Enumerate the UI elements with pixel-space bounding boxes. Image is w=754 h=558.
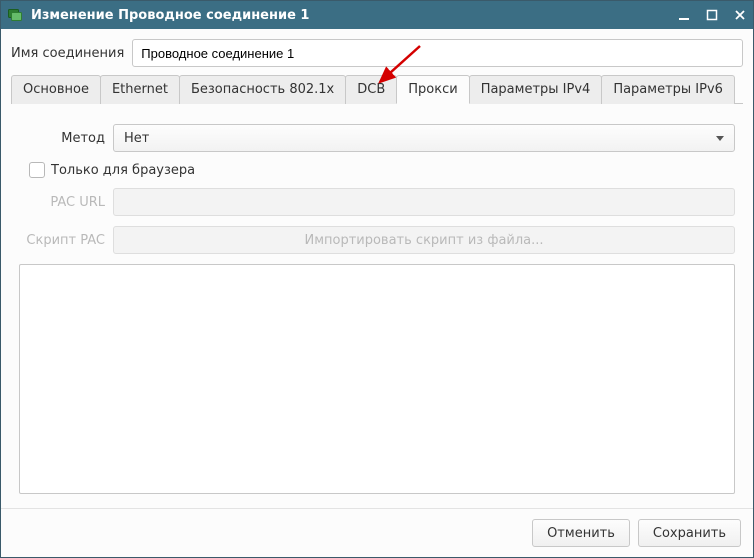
window-content: Имя соединения Основное Ethernet Безопас… bbox=[1, 29, 753, 508]
close-button[interactable] bbox=[733, 8, 747, 22]
window-frame: Изменение Проводное соединение 1 Имя сое… bbox=[0, 0, 754, 558]
method-value: Нет bbox=[124, 131, 149, 146]
tab-label: DCB bbox=[357, 82, 385, 97]
tab-dcb[interactable]: DCB bbox=[345, 75, 397, 104]
tab-ipv4[interactable]: Параметры IPv4 bbox=[469, 75, 603, 104]
tab-802-1x-security[interactable]: Безопасность 802.1x bbox=[179, 75, 346, 104]
save-button[interactable]: Сохранить bbox=[638, 519, 741, 547]
tab-label: Параметры IPv6 bbox=[613, 82, 723, 97]
connection-name-input[interactable] bbox=[132, 39, 743, 67]
tabpanel-proxy: Метод Нет Только для браузера PAC URL Ск… bbox=[11, 112, 743, 502]
tab-general[interactable]: Основное bbox=[11, 75, 101, 104]
method-select[interactable]: Нет bbox=[113, 124, 735, 152]
chevron-down-icon bbox=[716, 136, 724, 141]
tab-label: Безопасность 802.1x bbox=[191, 82, 334, 97]
cancel-label: Отменить bbox=[547, 526, 615, 541]
pac-url-label: PAC URL bbox=[19, 195, 105, 210]
tab-ipv6[interactable]: Параметры IPv6 bbox=[601, 75, 735, 104]
pac-url-row: PAC URL bbox=[19, 188, 735, 216]
save-label: Сохранить bbox=[653, 526, 726, 541]
titlebar[interactable]: Изменение Проводное соединение 1 bbox=[1, 1, 753, 29]
method-label: Метод bbox=[19, 131, 105, 146]
pac-script-row: Скрипт PAC Импортировать скрипт из файла… bbox=[19, 226, 735, 254]
window-title: Изменение Проводное соединение 1 bbox=[31, 8, 309, 23]
tabbar: Основное Ethernet Безопасность 802.1x DC… bbox=[11, 75, 743, 104]
pac-script-textarea bbox=[19, 264, 735, 494]
connection-name-row: Имя соединения bbox=[11, 39, 743, 67]
tab-ethernet[interactable]: Ethernet bbox=[100, 75, 180, 104]
maximize-button[interactable] bbox=[705, 8, 719, 22]
method-row: Метод Нет bbox=[19, 124, 735, 152]
tab-proxy[interactable]: Прокси bbox=[396, 75, 469, 104]
minimize-button[interactable] bbox=[677, 8, 691, 22]
app-icon bbox=[7, 7, 23, 23]
pac-script-label: Скрипт PAC bbox=[19, 233, 105, 248]
dialog-footer: Отменить Сохранить bbox=[1, 508, 753, 557]
window-controls bbox=[677, 8, 747, 22]
tab-label: Параметры IPv4 bbox=[481, 82, 591, 97]
browser-only-row: Только для браузера bbox=[19, 162, 735, 178]
import-script-button: Импортировать скрипт из файла... bbox=[113, 226, 735, 254]
browser-only-label: Только для браузера bbox=[51, 163, 195, 178]
pac-url-input bbox=[113, 188, 735, 216]
browser-only-checkbox[interactable] bbox=[29, 162, 45, 178]
connection-name-label: Имя соединения bbox=[11, 46, 124, 61]
cancel-button[interactable]: Отменить bbox=[532, 519, 630, 547]
tab-label: Прокси bbox=[408, 82, 457, 97]
import-script-label: Импортировать скрипт из файла... bbox=[304, 233, 543, 248]
tab-label: Основное bbox=[23, 82, 89, 97]
tab-label: Ethernet bbox=[112, 82, 168, 97]
